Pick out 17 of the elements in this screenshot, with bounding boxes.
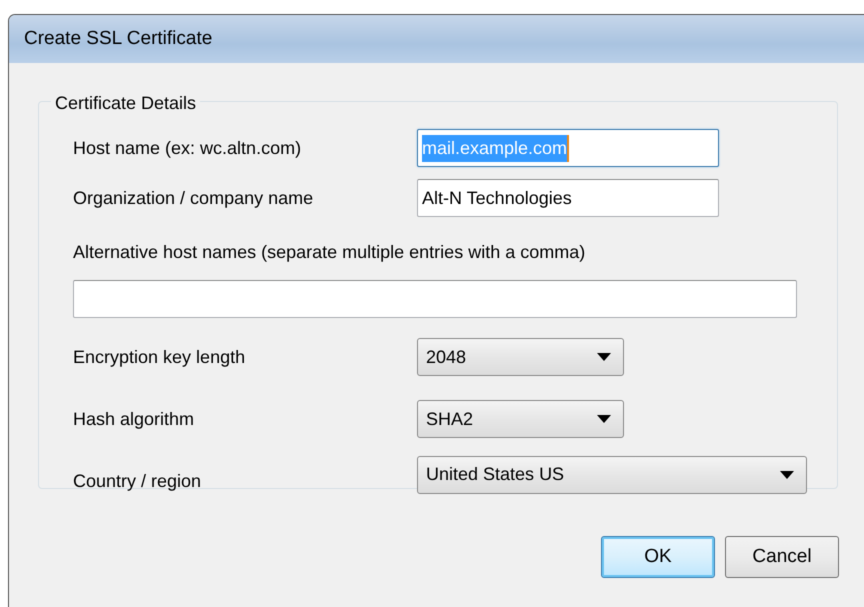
window-title: Create SSL Certificate [24,26,212,51]
field-label: Organization / company name [73,186,314,210]
field-label: Alternative host names (separate multiple entries with a comma) [73,241,586,264]
dropdown[interactable]: United States US [417,456,807,494]
caret-icon [597,353,611,361]
input-field[interactable] [73,280,797,318]
field-label: Host name (ex: wc.altn.com) [73,136,302,160]
caret-icon [597,415,611,423]
cancel-button[interactable]: Cancel [725,536,839,578]
field-label: Hash algorithm [73,408,196,431]
ok-button[interactable]: OK [601,536,715,578]
dropdown[interactable]: SHA2 [417,400,624,438]
input-field[interactable]: Alt-N Technologies [417,179,719,217]
dropdown[interactable]: 2048 [417,338,624,376]
field-label: Encryption key length [73,346,246,369]
field-label: Country / region [73,470,202,493]
caret-icon [780,470,794,478]
